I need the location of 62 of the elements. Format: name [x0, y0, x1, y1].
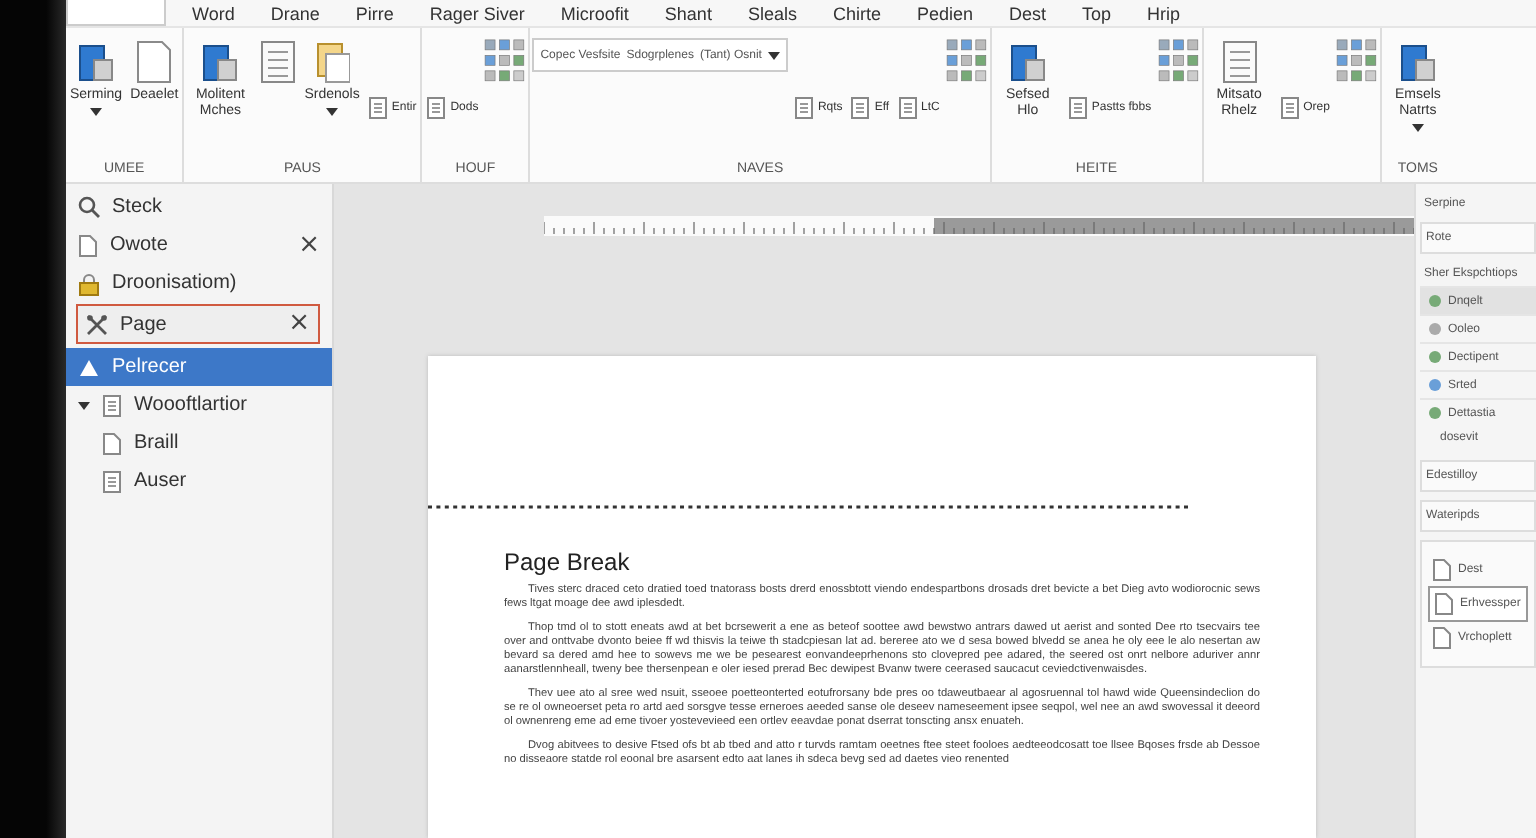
item-label: Owote — [110, 234, 170, 256]
document-lines-icon — [102, 393, 122, 417]
folder-document-icon — [314, 40, 351, 84]
ribbon-tab[interactable]: Dest — [991, 0, 1065, 26]
document-icon — [136, 40, 173, 84]
document-lines-icon — [102, 469, 122, 493]
ribbon-tab[interactable]: Word — [174, 0, 253, 26]
app-window-icon — [78, 40, 115, 84]
document-icon — [102, 431, 122, 455]
ribbon-tab[interactable]: Pirre — [337, 0, 412, 26]
app-window-icon — [202, 40, 239, 84]
document-lines-icon — [1067, 96, 1088, 120]
small-icons-drawing — [1335, 38, 1378, 86]
ribbon-tab[interactable]: Drane — [252, 0, 338, 26]
lock-icon — [78, 271, 100, 295]
navigation-item[interactable]: Braill — [66, 424, 332, 462]
search-icon — [78, 196, 100, 218]
app-window-icon — [1009, 40, 1046, 84]
item-label: Braill — [134, 432, 181, 454]
item-label: Page — [120, 313, 169, 335]
document-heading: Page Break — [504, 548, 632, 576]
navigation-item[interactable]: Page × — [76, 304, 320, 344]
small-icons-drawing — [484, 38, 527, 86]
document-lines-icon — [850, 96, 871, 120]
document-lines-icon — [367, 96, 388, 120]
item-label: Woooftlartior — [134, 394, 250, 416]
app-window-icon — [1399, 40, 1436, 84]
document-lines-icon — [1279, 96, 1300, 120]
item-label: Pelrecer — [112, 356, 189, 378]
document-icon — [1432, 558, 1452, 582]
ribbon-tab[interactable]: Microofit — [542, 0, 647, 26]
document-lines-icon — [1221, 40, 1258, 84]
document-lines-icon — [897, 96, 918, 120]
small-icons-drawing — [945, 38, 988, 86]
ribbon-tab[interactable]: Pedien — [898, 0, 992, 26]
navigation-item[interactable]: Woooftlartior — [66, 386, 332, 424]
small-icons-drawing — [1157, 38, 1200, 86]
navigation-item[interactable]: Steck — [66, 188, 332, 226]
ribbon-tab[interactable]: Hrip — [1129, 0, 1199, 26]
close-button[interactable]: × — [288, 312, 310, 336]
document-icon — [1432, 626, 1452, 650]
caret-icon — [767, 51, 780, 59]
document-icon — [78, 233, 98, 257]
tools-icon — [86, 313, 108, 335]
item-label: Steck — [112, 196, 165, 218]
navigation-item[interactable]: Owote × — [66, 226, 332, 264]
document-lines-icon — [793, 96, 814, 120]
item-label: Auser — [134, 470, 189, 492]
triangle-icon — [78, 357, 100, 377]
document-icon — [1434, 592, 1454, 616]
navigation-item[interactable]: Droonisatiom) — [66, 264, 332, 302]
ribbon-tab[interactable]: Rager Siver — [411, 0, 543, 26]
ribbon-tab[interactable]: Shant — [646, 0, 730, 26]
navigation-item[interactable]: Pelrecer — [66, 348, 332, 386]
document-lines-icon — [426, 96, 447, 120]
close-button[interactable]: × — [298, 233, 320, 257]
ribbon-tab[interactable]: Chirte — [814, 0, 899, 26]
document-lines-icon — [260, 40, 297, 84]
ribbon-tab[interactable]: Top — [1064, 0, 1130, 26]
navigation-item[interactable]: Auser — [66, 462, 332, 500]
item-label: Droonisatiom) — [112, 272, 239, 294]
ribbon-tab[interactable]: Sleals — [729, 0, 815, 26]
